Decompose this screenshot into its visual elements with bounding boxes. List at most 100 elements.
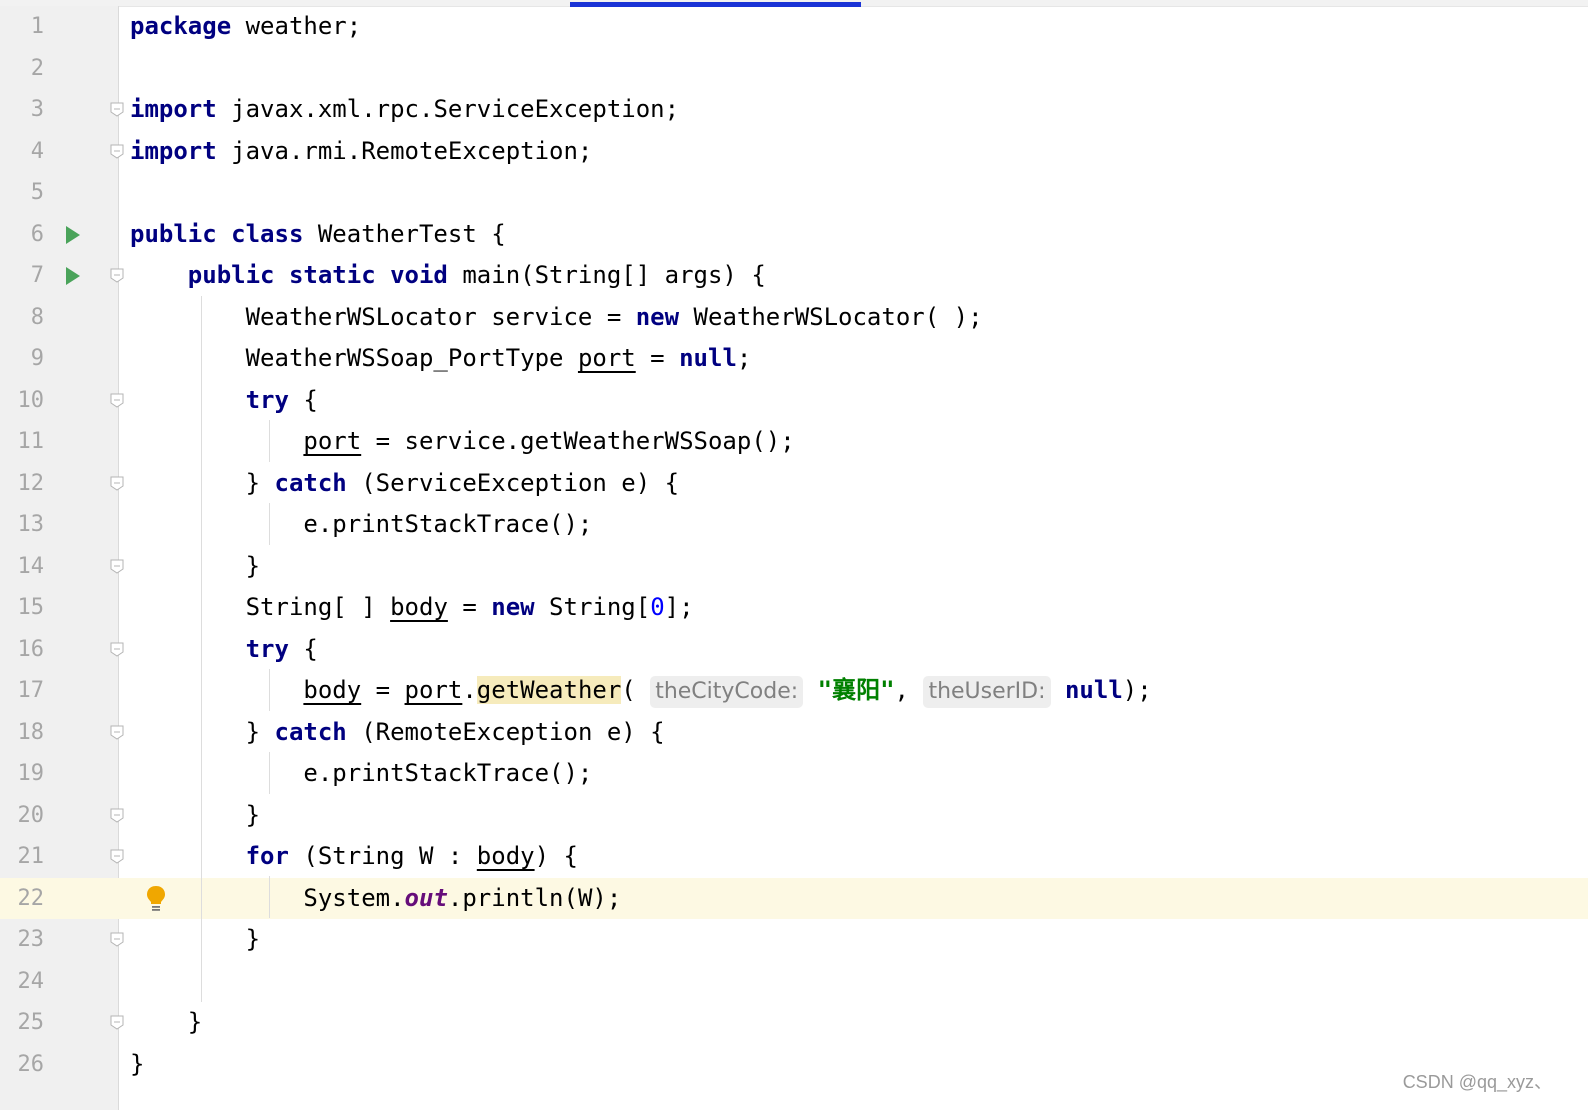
- gutter-cell[interactable]: 16: [0, 629, 124, 671]
- code-token: ;: [736, 344, 752, 372]
- code-token: e.printStackTrace();: [130, 510, 593, 538]
- code-line[interactable]: 20 }: [0, 795, 1588, 837]
- gutter-cell[interactable]: 3: [0, 89, 124, 131]
- code-text[interactable]: }: [130, 546, 260, 588]
- code-text[interactable]: public class WeatherTest {: [130, 214, 506, 256]
- code-line[interactable]: 12 } catch (ServiceException e) {: [0, 463, 1588, 505]
- fold-marker-icon[interactable]: [110, 849, 124, 864]
- fold-marker-icon[interactable]: [110, 932, 124, 947]
- code-text[interactable]: e.printStackTrace();: [130, 753, 592, 795]
- code-line[interactable]: 16 try {: [0, 629, 1588, 671]
- code-text[interactable]: } catch (RemoteException e) {: [130, 712, 665, 754]
- code-editor[interactable]: 1 package weather; 2 3 import javax.xml.rpc.…: [0, 0, 1588, 1110]
- gutter-cell[interactable]: 20: [0, 795, 124, 837]
- code-line[interactable]: 13 e.printStackTrace();: [0, 504, 1588, 546]
- code-line[interactable]: 18 } catch (RemoteException e) {: [0, 712, 1588, 754]
- code-token: =: [447, 593, 492, 621]
- code-text[interactable]: String[ ] body = new String[0];: [130, 587, 694, 629]
- fold-marker-icon[interactable]: [110, 559, 124, 574]
- code-line[interactable]: 17 body = port.getWeather( theCityCode: …: [0, 670, 1588, 712]
- code-line[interactable]: 24: [0, 961, 1588, 1003]
- gutter-cell[interactable]: 9: [0, 338, 118, 380]
- code-line[interactable]: 1 package weather;: [0, 6, 1588, 48]
- code-line[interactable]: 6 public class WeatherTest {: [0, 214, 1588, 256]
- gutter-cell[interactable]: 1: [0, 6, 118, 48]
- line-number: 13: [17, 512, 45, 537]
- gutter-cell[interactable]: 14: [0, 546, 124, 588]
- gutter-cell[interactable]: 17: [0, 670, 118, 712]
- code-text[interactable]: System.out.println(W);: [130, 878, 621, 920]
- code-line[interactable]: 7 public static void main(String[] args)…: [0, 255, 1588, 297]
- fold-marker-icon[interactable]: [110, 725, 124, 740]
- code-line[interactable]: 2: [0, 48, 1588, 90]
- indent-guide: [269, 876, 270, 918]
- gutter-cell[interactable]: 2: [0, 48, 118, 90]
- gutter-cell[interactable]: 15: [0, 587, 118, 629]
- code-text[interactable]: package weather;: [130, 6, 361, 48]
- gutter-cell[interactable]: 8: [0, 297, 118, 339]
- code-text[interactable]: }: [130, 1044, 144, 1086]
- run-triangle-icon[interactable]: [66, 267, 80, 285]
- gutter-cell[interactable]: 25: [0, 1002, 124, 1044]
- fold-marker-icon[interactable]: [110, 144, 124, 159]
- code-text[interactable]: }: [130, 795, 260, 837]
- gutter-cell[interactable]: 11: [0, 421, 118, 463]
- code-line[interactable]: 5: [0, 172, 1588, 214]
- code-text[interactable]: import javax.xml.rpc.ServiceException;: [130, 89, 679, 131]
- parameter-hint: theUserID:: [923, 676, 1051, 708]
- gutter-cell[interactable]: 22: [0, 877, 165, 919]
- code-line[interactable]: 10 try {: [0, 380, 1588, 422]
- code-line[interactable]: 15 String[ ] body = new String[0];: [0, 587, 1588, 629]
- code-line[interactable]: 11 port = service.getWeatherWSSoap();: [0, 421, 1588, 463]
- code-text[interactable]: public static void main(String[] args) {: [130, 255, 766, 297]
- code-line[interactable]: 21 for (String W : body) {: [0, 836, 1588, 878]
- code-token: (String W :: [288, 842, 477, 870]
- code-line[interactable]: 26}: [0, 1044, 1588, 1086]
- fold-marker-icon[interactable]: [110, 102, 124, 117]
- code-text[interactable]: WeatherWSLocator service = new WeatherWS…: [130, 297, 983, 339]
- code-text[interactable]: port = service.getWeatherWSSoap();: [130, 421, 794, 463]
- code-text[interactable]: WeatherWSSoap_PortType port = null;: [130, 338, 752, 380]
- gutter-cell[interactable]: 10: [0, 380, 124, 422]
- gutter-cell[interactable]: 23: [0, 919, 124, 961]
- code-text[interactable]: } catch (ServiceException e) {: [130, 463, 680, 505]
- gutter-cell[interactable]: 7: [0, 255, 124, 297]
- fold-marker-icon[interactable]: [110, 808, 124, 823]
- code-line[interactable]: 8 WeatherWSLocator service = new Weather…: [0, 297, 1588, 339]
- gutter-cell[interactable]: 12: [0, 463, 124, 505]
- code-text[interactable]: e.printStackTrace();: [130, 504, 592, 546]
- code-line[interactable]: 4 import java.rmi.RemoteException;: [0, 131, 1588, 173]
- gutter-cell[interactable]: 4: [0, 131, 124, 173]
- fold-marker-icon[interactable]: [110, 642, 124, 657]
- code-line[interactable]: 19 e.printStackTrace();: [0, 753, 1588, 795]
- code-text[interactable]: }: [130, 1002, 202, 1044]
- code-line[interactable]: 23 }: [0, 919, 1588, 961]
- gutter-cell[interactable]: 21: [0, 836, 124, 878]
- fold-marker-icon[interactable]: [110, 476, 124, 491]
- fold-marker-icon[interactable]: [110, 268, 124, 283]
- gutter-cell[interactable]: 6: [0, 214, 118, 256]
- code-text[interactable]: import java.rmi.RemoteException;: [130, 131, 592, 173]
- code-line[interactable]: 9 WeatherWSSoap_PortType port = null;: [0, 338, 1588, 380]
- code-text[interactable]: body = port.getWeather( theCityCode: "襄阳…: [130, 670, 1152, 712]
- gutter-cell[interactable]: 18: [0, 712, 124, 754]
- run-triangle-icon[interactable]: [66, 225, 80, 244]
- code-line[interactable]: 22 System.out.println(W);: [0, 877, 1588, 920]
- gutter-cell[interactable]: 13: [0, 504, 118, 546]
- code-line[interactable]: 14 }: [0, 546, 1588, 588]
- code-line[interactable]: 25 }: [0, 1002, 1588, 1044]
- code-text[interactable]: }: [130, 919, 260, 961]
- code-text[interactable]: try {: [130, 380, 318, 422]
- line-number: 21: [17, 844, 45, 869]
- code-text[interactable]: try {: [130, 629, 318, 671]
- gutter-cell[interactable]: 19: [0, 753, 118, 795]
- code-line[interactable]: 3 import javax.xml.rpc.ServiceException;: [0, 89, 1588, 131]
- fold-marker-icon[interactable]: [110, 1015, 124, 1030]
- code-token: (ServiceException e) {: [346, 468, 680, 497]
- code-text[interactable]: for (String W : body) {: [130, 836, 578, 878]
- gutter-cell[interactable]: 5: [0, 172, 118, 214]
- code-token: .: [462, 676, 477, 704]
- gutter-cell[interactable]: 24: [0, 961, 118, 1003]
- gutter-cell[interactable]: 26: [0, 1044, 118, 1086]
- fold-marker-icon[interactable]: [110, 393, 124, 408]
